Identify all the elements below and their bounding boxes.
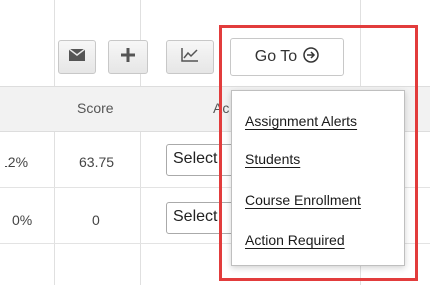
header-score: Score: [77, 100, 114, 116]
score-cell: 63.75: [79, 154, 115, 170]
line-chart-icon: [181, 47, 199, 67]
header-action: Ac: [213, 100, 230, 116]
menu-item-students[interactable]: Students: [245, 151, 300, 167]
score-cell: 0: [92, 212, 100, 228]
add-button[interactable]: [108, 40, 148, 74]
menu-item-assignment-alerts[interactable]: Assignment Alerts: [245, 113, 357, 129]
percent-cell: 12%: [0, 154, 29, 170]
envelope-icon: [68, 48, 86, 66]
chart-button[interactable]: [166, 40, 214, 74]
plus-icon: [121, 47, 135, 67]
go-to-button[interactable]: Go To: [230, 38, 344, 76]
menu-item-course-enrollment[interactable]: Course Enrollment: [245, 192, 361, 208]
percent-cell: 0%: [12, 212, 33, 228]
go-to-label: Go To: [254, 48, 298, 65]
menu-item-action-required[interactable]: Action Required: [245, 232, 345, 248]
arrow-circle-right-icon: [303, 46, 319, 68]
email-button[interactable]: [58, 40, 96, 74]
go-to-menu: Assignment Alerts Students Course Enroll…: [231, 90, 405, 266]
